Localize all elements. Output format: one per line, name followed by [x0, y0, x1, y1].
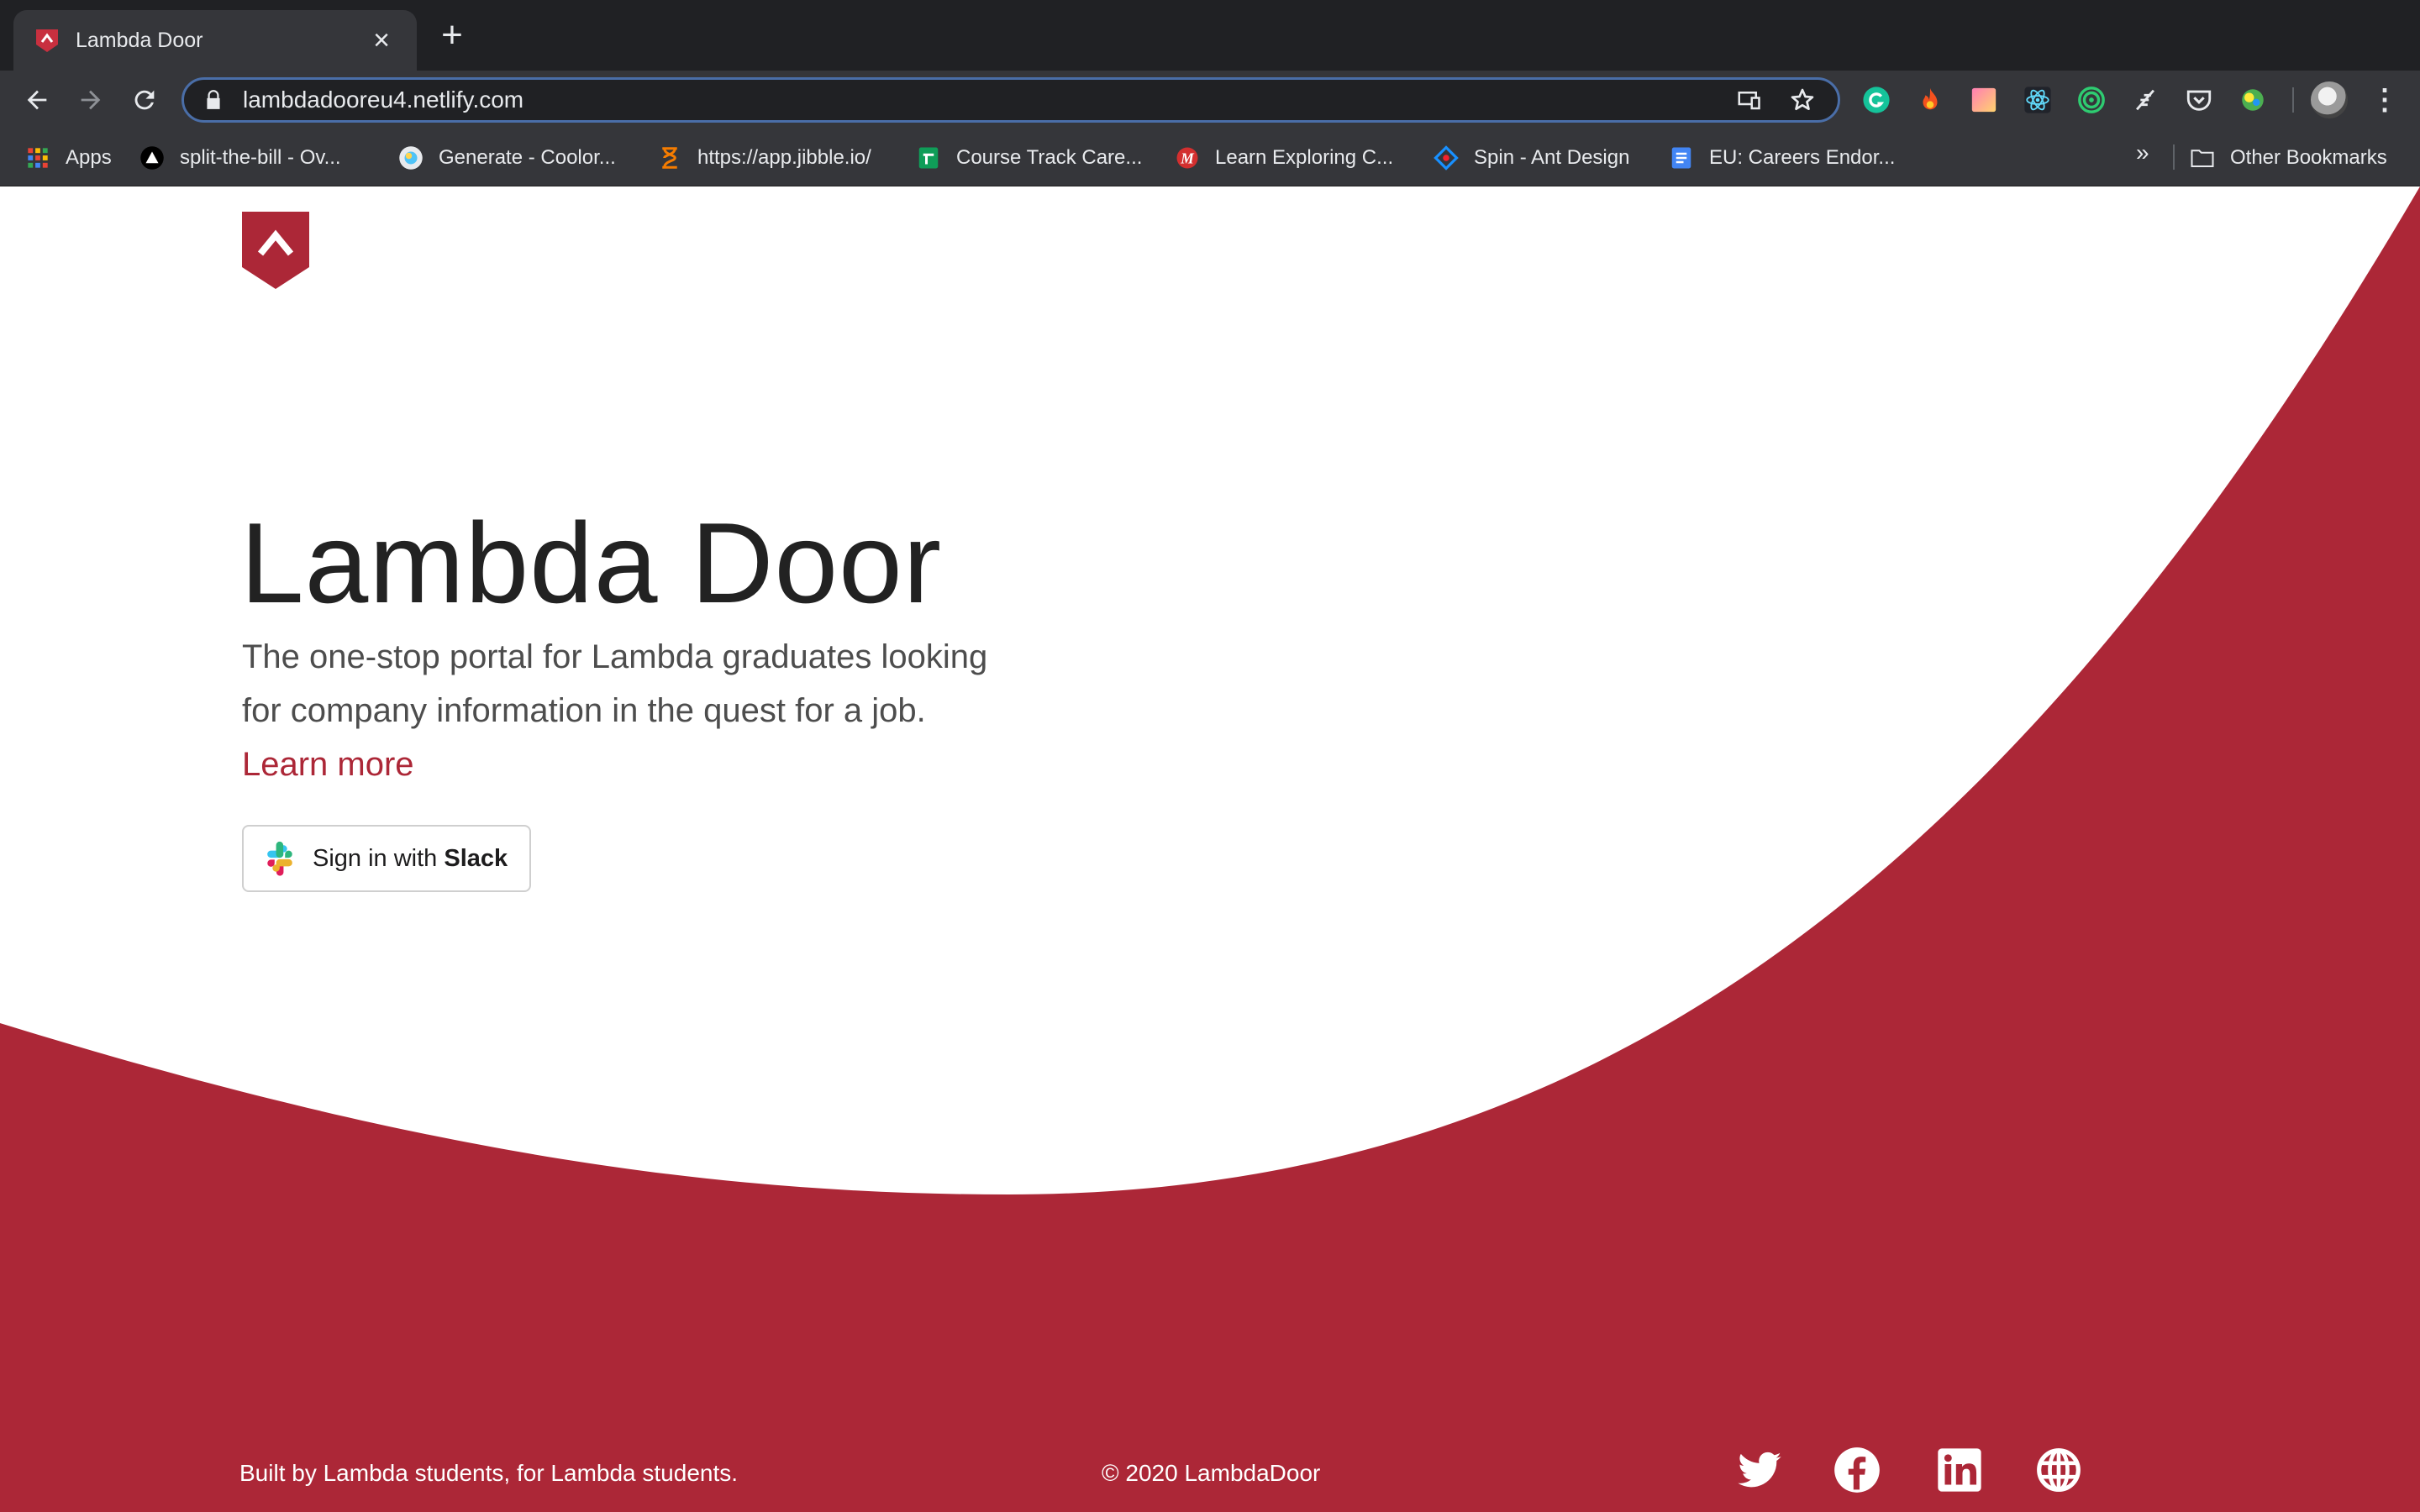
star-icon[interactable] [1786, 83, 1819, 117]
bookmark-course-track[interactable]: Course Track Care... [916, 141, 1142, 175]
toolbar: lambdadooreu4.netlify.com [0, 71, 2420, 129]
slack-brand-text: Slack [444, 844, 508, 872]
bookmark-eu-careers[interactable]: EU: Careers Endor... [1669, 141, 1895, 175]
profile-avatar[interactable] [2311, 81, 2348, 118]
description-text: The one-stop portal for Lambda graduates… [242, 638, 988, 729]
m-logo-icon: M [1175, 145, 1200, 171]
url-text: lambdadooreu4.netlify.com [243, 87, 524, 113]
folder-icon [2190, 145, 2215, 171]
slack-button-prefix: Sign in with [313, 844, 445, 872]
tab-lambda-door[interactable]: Lambda Door × [13, 10, 417, 71]
cast-icon[interactable] [1732, 83, 1765, 117]
triangle-icon [139, 145, 165, 171]
bookmark-label: Course Track Care... [956, 146, 1143, 169]
close-tab-icon[interactable]: × [366, 26, 397, 55]
target-extension-icon[interactable] [2075, 84, 2107, 116]
feather-extension-icon[interactable] [2129, 84, 2161, 116]
react-devtools-icon[interactable] [2022, 84, 2054, 116]
back-button[interactable] [17, 80, 57, 120]
bookmark-learn-exploring[interactable]: M Learn Exploring C... [1175, 141, 1393, 175]
more-menu-icon[interactable]: ⋮ [2368, 81, 2402, 119]
bookmark-coolors[interactable]: Generate - Coolor... [398, 141, 616, 175]
sheets-icon [916, 145, 941, 171]
footer-copyright: © 2020 LambdaDoor [1102, 1460, 1321, 1486]
page-content: Lambda Door The one-stop portal for Lamb… [0, 186, 2420, 1512]
arrow-right-icon [81, 90, 101, 110]
bookmark-label: Apps [66, 146, 112, 169]
other-bookmarks[interactable]: Other Bookmarks [2190, 141, 2387, 175]
lambda-logo[interactable] [242, 212, 309, 289]
slack-button-label: Sign in with Slack [313, 845, 508, 873]
globe-icon[interactable] [2033, 1445, 2084, 1495]
linkedin-icon[interactable] [1934, 1445, 1985, 1495]
apps-grid-icon [25, 145, 50, 171]
pocket-icon[interactable] [2183, 84, 2215, 116]
footer-credits: Built by Lambda students, for Lambda stu… [239, 1460, 739, 1486]
lock-icon [203, 89, 224, 111]
other-bookmarks-label: Other Bookmarks [2230, 146, 2387, 169]
svg-text:M: M [1180, 150, 1195, 166]
twitter-icon[interactable] [1734, 1445, 1785, 1495]
toolbar-divider [2292, 87, 2294, 113]
docs-icon [1669, 145, 1694, 171]
bookmark-label: Generate - Coolor... [439, 146, 616, 169]
page-title: Lambda Door [240, 499, 943, 627]
slack-icon [267, 841, 292, 876]
reload-button[interactable] [124, 80, 165, 120]
tab-title: Lambda Door [76, 28, 203, 52]
ant-design-icon [1434, 145, 1459, 171]
bookmark-split-the-bill[interactable]: split-the-bill - Ov... [139, 141, 341, 175]
bookmark-ant-design[interactable]: Spin - Ant Design [1434, 141, 1629, 175]
bookmark-label: Learn Exploring C... [1215, 146, 1394, 169]
grammarly-icon[interactable] [1860, 84, 1892, 116]
address-bar[interactable]: lambdadooreu4.netlify.com [182, 77, 1840, 123]
bookmark-label: Spin - Ant Design [1474, 146, 1630, 169]
bookmark-label: EU: Careers Endor... [1709, 146, 1896, 169]
bookmark-apps[interactable]: Apps [25, 141, 112, 175]
more-bookmarks-button[interactable]: » [2136, 139, 2149, 166]
fire-extension-icon[interactable] [1914, 84, 1946, 116]
coolors-icon [398, 145, 424, 171]
lambda-shield-icon [242, 212, 309, 289]
lambda-shield-icon [34, 27, 60, 54]
tab-bar: Lambda Door × + [0, 0, 2420, 71]
hero-description: The one-stop portal for Lambda graduates… [242, 630, 990, 791]
bookmarks-divider [2173, 144, 2175, 170]
forward-button[interactable] [71, 80, 111, 120]
reload-icon [134, 90, 155, 110]
gradient-extension-icon[interactable] [1968, 84, 2000, 116]
hourglass-icon [657, 145, 682, 171]
bookmarks-bar: Apps split-the-bill - Ov... Generate - C… [0, 129, 2420, 186]
new-tab-button[interactable]: + [434, 17, 471, 55]
bookmark-jibble[interactable]: https://app.jibble.io/ [657, 141, 871, 175]
arrow-left-icon [27, 90, 47, 110]
facebook-icon[interactable] [1832, 1445, 1882, 1495]
sign-in-with-slack-button[interactable]: Sign in with Slack [242, 825, 531, 892]
bookmark-label: https://app.jibble.io/ [697, 146, 871, 169]
colorful-extension-icon[interactable] [2237, 84, 2269, 116]
learn-more-link[interactable]: Learn more [242, 746, 414, 783]
bookmark-label: split-the-bill - Ov... [180, 146, 341, 169]
